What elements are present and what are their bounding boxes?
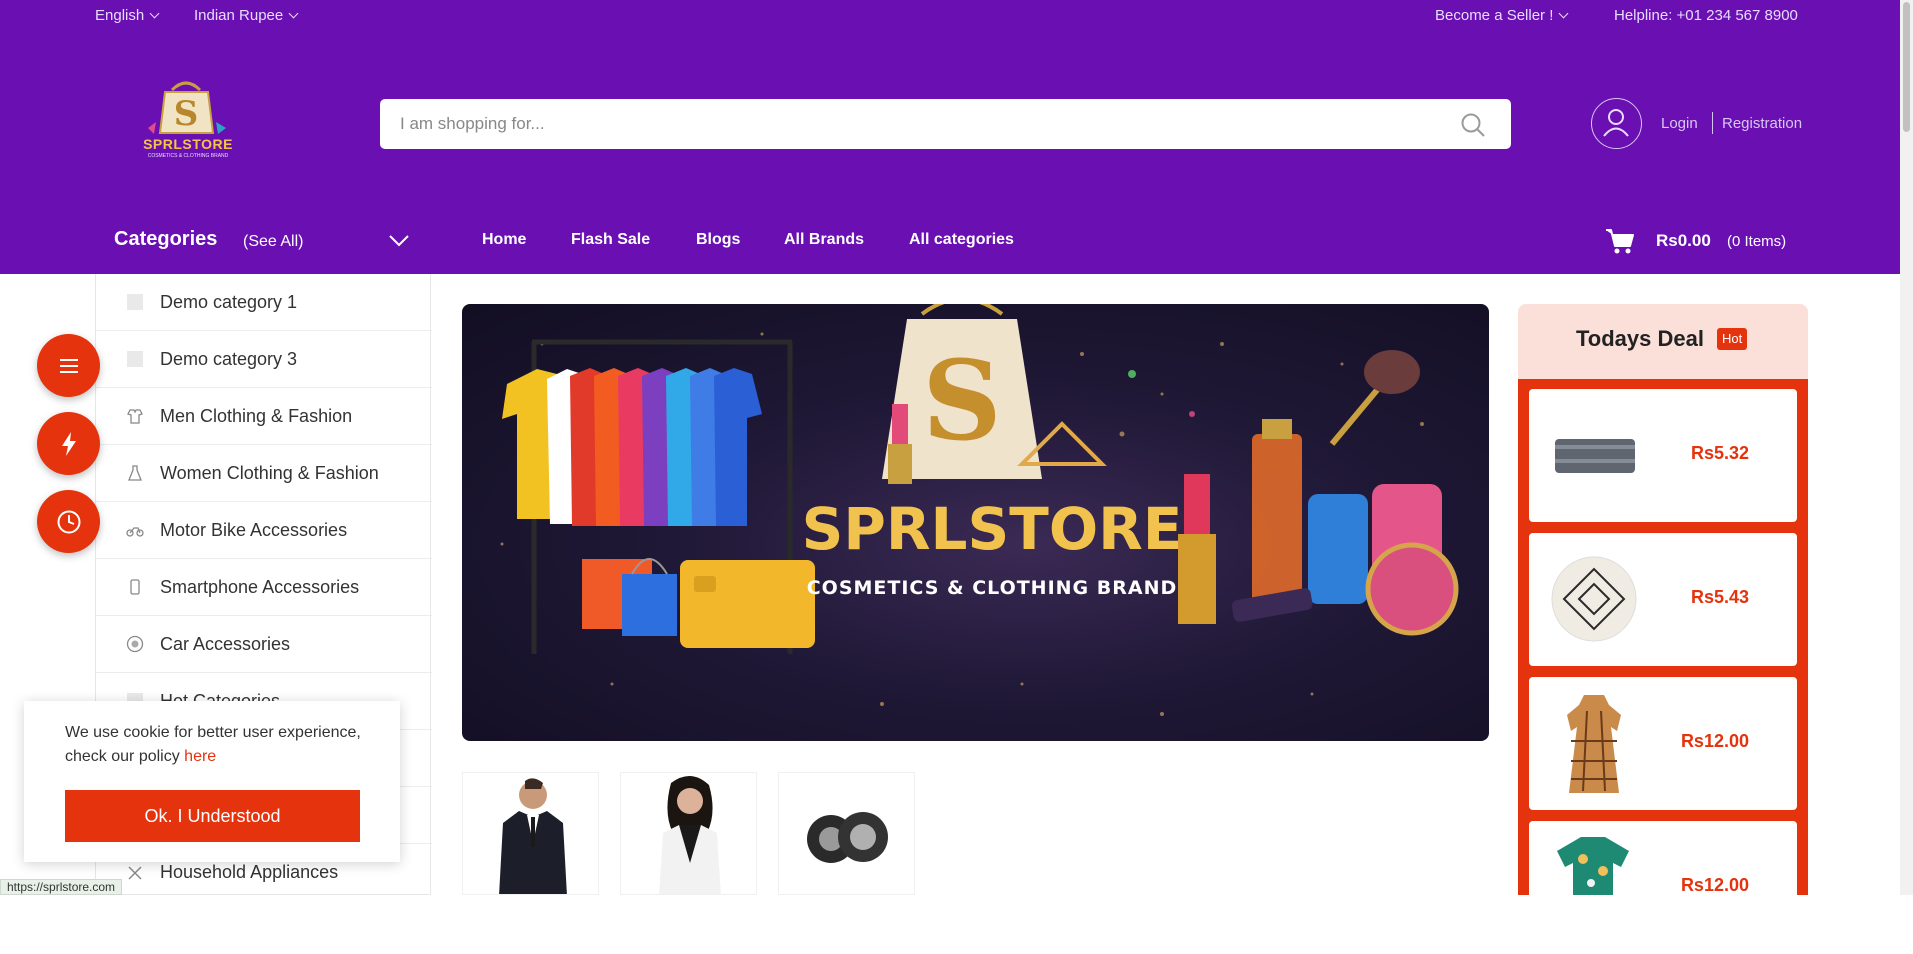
- deal-item[interactable]: Rs5.32: [1529, 389, 1797, 522]
- sidebar-item-demo-category-1[interactable]: Demo category 1: [96, 274, 432, 331]
- man-in-suit-image: [499, 778, 567, 894]
- become-seller-link[interactable]: Become a Seller !: [1435, 7, 1569, 24]
- chevron-down-icon: [149, 8, 160, 19]
- sidebar-item-label: Men Clothing & Fashion: [160, 405, 353, 426]
- user-icon: [1603, 109, 1629, 137]
- divider: [1712, 112, 1713, 134]
- product-thumb-tires[interactable]: [778, 772, 915, 895]
- sidebar-item-demo-category-3[interactable]: Demo category 3: [96, 331, 432, 388]
- car-tires-image: [807, 812, 888, 863]
- floral-shirt-image: [1557, 837, 1629, 895]
- sidebar-item-label: Motor Bike Accessories: [160, 519, 348, 540]
- currency-label: Indian Rupee: [194, 7, 284, 24]
- deal-item[interactable]: Rs12.00: [1529, 821, 1797, 954]
- cookie-text-block: We use cookie for better user experience…: [65, 721, 365, 769]
- t-shirts: [502, 368, 762, 526]
- lightning-icon: [61, 431, 76, 456]
- flash-sale-fab[interactable]: [37, 412, 100, 475]
- deal-price: Rs5.32: [1690, 443, 1749, 463]
- svg-text:S: S: [174, 94, 199, 134]
- helpline-text: Helpline: +01 234 567 8900: [1614, 7, 1798, 24]
- scarf-image: [1555, 439, 1635, 473]
- banner-subtitle: COSMETICS & CLOTHING BRAND: [807, 577, 1178, 599]
- todays-deal-panel: Todays Deal Hot Rs5.32 Rs5.43 Rs12.00 Rs…: [1518, 304, 1808, 954]
- sidebar-item-car-accessories[interactable]: Car Accessories: [96, 616, 432, 673]
- sidebar-item-label: Smartphone Accessories: [160, 576, 360, 597]
- user-avatar[interactable]: [1591, 98, 1642, 149]
- todays-deal-list: Rs5.32 Rs5.43 Rs12.00 Rs12.00: [1518, 379, 1808, 954]
- nav-blogs[interactable]: Blogs: [696, 231, 740, 249]
- sidebar-item-label: Demo category 3: [160, 348, 298, 369]
- sidebar-item-men-clothing[interactable]: Men Clothing & Fashion: [96, 388, 432, 445]
- menu-fab[interactable]: [37, 334, 100, 397]
- placeholder-icon: [126, 350, 144, 368]
- logo-text: SPRLSTORE: [143, 136, 233, 152]
- hero-banner[interactable]: S SPRLSTORE COSMETICS & CLOTHING BRAND: [462, 304, 1489, 741]
- site-logo[interactable]: S SPRLSTORE COSMETICS & CLOTHING BRAND: [138, 78, 238, 163]
- nav-all-brands[interactable]: All Brands: [784, 231, 864, 249]
- status-bar-url: https://sprlstore.com: [0, 879, 123, 895]
- deal-price: Rs12.00: [1680, 731, 1749, 751]
- page-scrollbar[interactable]: [1900, 0, 1913, 895]
- men-clothing-icon: [126, 407, 144, 425]
- cart-items-count[interactable]: (0 Items): [1727, 233, 1786, 250]
- hot-badge: Hot: [1717, 328, 1748, 350]
- become-seller-label: Become a Seller !: [1435, 7, 1554, 24]
- smartphone-icon: [126, 578, 144, 596]
- see-all-link[interactable]: (See All): [243, 233, 303, 251]
- chevron-down-icon: [288, 8, 299, 19]
- rug-image: [1551, 556, 1637, 642]
- todays-deal-title: Todays Deal: [1576, 326, 1704, 351]
- dress-icon: [126, 464, 144, 482]
- scrollbar-thumb[interactable]: [1903, 2, 1910, 132]
- deal-item[interactable]: Rs5.43: [1529, 533, 1797, 666]
- deal-price: Rs5.43: [1690, 587, 1749, 607]
- appliance-icon: [126, 864, 144, 882]
- sidebar-item-label: Demo category 1: [160, 291, 298, 312]
- hamburger-menu-icon: [59, 358, 78, 373]
- clock-icon: [57, 510, 80, 533]
- categories-title[interactable]: Categories: [114, 228, 217, 251]
- cookie-notice: We use cookie for better user experience…: [24, 701, 400, 862]
- search-icon[interactable]: [1460, 112, 1486, 138]
- sidebar-item-smartphone[interactable]: Smartphone Accessories: [96, 559, 432, 616]
- banner-title: SPRLSTORE: [802, 495, 1183, 563]
- woman-in-blazer-image: [659, 775, 721, 894]
- placeholder-icon: [126, 293, 144, 311]
- recent-fab[interactable]: [37, 490, 100, 553]
- nav-flash-sale[interactable]: Flash Sale: [571, 231, 650, 249]
- nav-all-categories[interactable]: All categories: [909, 231, 1014, 249]
- deal-price: Rs12.00: [1680, 875, 1749, 895]
- registration-link[interactable]: Registration: [1722, 115, 1802, 132]
- language-selector[interactable]: English: [95, 7, 160, 24]
- language-label: English: [95, 7, 145, 24]
- nav-home[interactable]: Home: [482, 231, 526, 249]
- plaid-dress-image: [1567, 695, 1621, 793]
- banner-illustration: S SPRLSTORE COSMETICS & CLOTHING BRAND: [500, 304, 1459, 716]
- currency-selector[interactable]: Indian Rupee: [194, 7, 299, 24]
- deal-item[interactable]: Rs12.00: [1529, 677, 1797, 810]
- search-bar: [380, 99, 1511, 149]
- product-thumb-suit[interactable]: [462, 772, 599, 895]
- sidebar-item-label: Women Clothing & Fashion: [160, 462, 379, 483]
- cart-total[interactable]: Rs0.00: [1656, 231, 1711, 251]
- car-wheel-icon: [126, 635, 144, 653]
- chevron-down-icon: [1558, 8, 1569, 19]
- motorbike-icon: [126, 521, 144, 539]
- chevron-down-icon[interactable]: [388, 234, 410, 248]
- login-link[interactable]: Login: [1661, 115, 1698, 132]
- todays-deal-header: Todays Deal Hot: [1518, 304, 1808, 379]
- site-header: English Indian Rupee Become a Seller ! H…: [0, 0, 1913, 274]
- sidebar-item-women-clothing[interactable]: Women Clothing & Fashion: [96, 445, 432, 502]
- svg-text:S: S: [922, 336, 1001, 465]
- sidebar-item-motor-bike[interactable]: Motor Bike Accessories: [96, 502, 432, 559]
- sidebar-item-label: Household Appliances: [160, 862, 339, 882]
- cart-icon[interactable]: [1605, 227, 1635, 255]
- search-input[interactable]: [400, 99, 1430, 149]
- cookie-policy-link[interactable]: here: [184, 748, 216, 765]
- logo-tagline: COSMETICS & CLOTHING BRAND: [147, 153, 229, 159]
- sidebar-item-label: Car Accessories: [160, 633, 291, 654]
- product-thumb-woman[interactable]: [620, 772, 757, 895]
- cookie-accept-button[interactable]: Ok. I Understood: [65, 790, 360, 842]
